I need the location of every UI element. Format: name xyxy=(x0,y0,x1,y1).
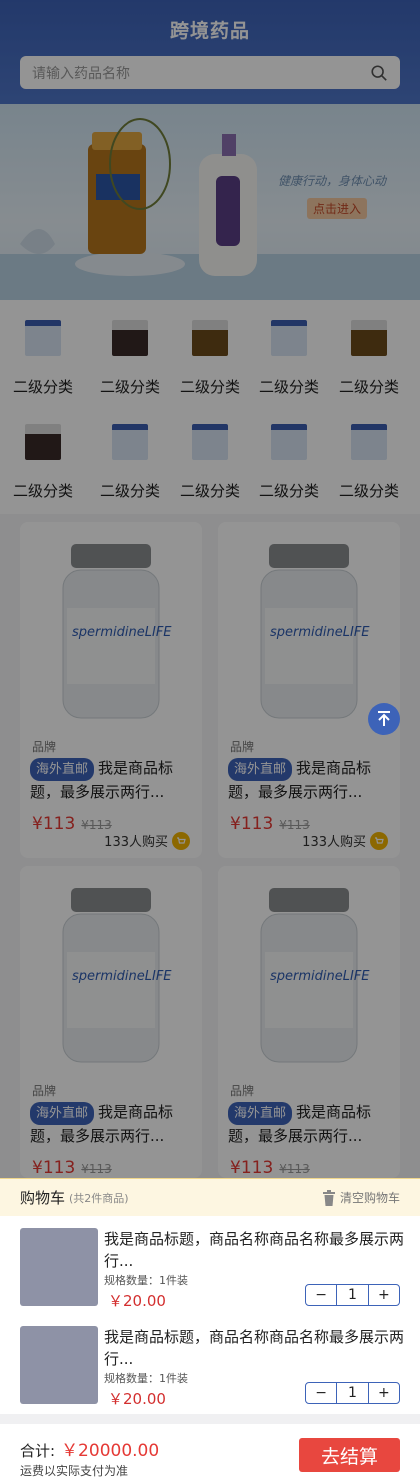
quantity-value[interactable]: 1 xyxy=(336,1383,369,1403)
cart-item-price: ￥20.00 xyxy=(108,1292,166,1310)
decrement-button[interactable]: − xyxy=(306,1383,336,1403)
back-to-top-button[interactable] xyxy=(368,703,400,735)
cart-item-thumbnail[interactable] xyxy=(20,1326,98,1404)
checkout-button[interactable]: 去结算 xyxy=(299,1438,400,1472)
clear-cart-button[interactable]: 清空购物车 xyxy=(322,1189,400,1206)
cart-item-thumbnail[interactable] xyxy=(20,1228,98,1306)
modal-backdrop[interactable] xyxy=(0,0,420,1178)
cart-item-spec: 规格数量：1件装 xyxy=(104,1372,188,1385)
shipping-note: 运费以实际支付为准 xyxy=(20,1464,129,1478)
cart-count: (共2件商品) xyxy=(69,1191,129,1205)
increment-button[interactable]: + xyxy=(369,1285,399,1305)
arrow-up-icon xyxy=(378,711,390,726)
cart-item-spec: 规格数量：1件装 xyxy=(104,1274,188,1287)
total-amount: ￥20000.00 xyxy=(61,1441,160,1461)
cart-item-name[interactable]: 我是商品标题，商品名称商品名称最多展示两行... xyxy=(104,1228,404,1272)
increment-button[interactable]: + xyxy=(369,1383,399,1403)
quantity-stepper: − 1 + xyxy=(305,1382,400,1404)
cart-item-name[interactable]: 我是商品标题，商品名称商品名称最多展示两行... xyxy=(104,1326,404,1370)
cart-item: 我是商品标题，商品名称商品名称最多展示两行... 规格数量：1件装 ￥20.00… xyxy=(0,1228,420,1318)
cart-total: 合计: ￥20000.00 xyxy=(20,1441,160,1461)
cart-title: 购物车 xyxy=(20,1189,66,1207)
divider xyxy=(0,1414,420,1424)
cart-item: 我是商品标题，商品名称商品名称最多展示两行... 规格数量：1件装 ￥20.00… xyxy=(0,1326,420,1416)
cart-header: 购物车 (共2件商品) 清空购物车 xyxy=(0,1178,420,1216)
quantity-stepper: − 1 + xyxy=(305,1284,400,1306)
decrement-button[interactable]: − xyxy=(306,1285,336,1305)
quantity-value[interactable]: 1 xyxy=(336,1285,369,1305)
trash-icon xyxy=(322,1189,335,1206)
cart-item-price: ￥20.00 xyxy=(108,1390,166,1408)
